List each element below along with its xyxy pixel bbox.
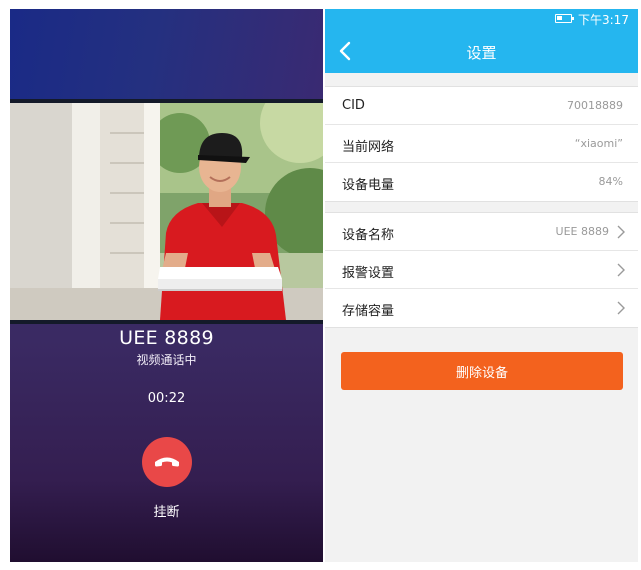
video-call-screen: UEE 8889 视频通话中 00:22 挂断: [10, 9, 323, 562]
status-time: 下午3:17: [578, 13, 629, 27]
hangup-label: 挂断: [153, 505, 180, 520]
battery-level-label: 设备电量: [342, 178, 395, 193]
device-info-group: CID 70018889 当前网络 “xiaomi” 设备电量 84%: [325, 86, 638, 202]
network-label: 当前网络: [342, 140, 395, 155]
battery-low-icon: [555, 14, 574, 23]
call-timer: 00:22: [147, 391, 186, 406]
video-feed: [10, 99, 323, 324]
alarm-settings-label: 报警设置: [342, 266, 395, 281]
device-settings-group: 设备名称 UEE 8889 报警设置 存储容量: [325, 212, 638, 328]
video-frame-image: [10, 103, 323, 320]
cid-value: 70018889: [567, 99, 623, 112]
settings-screen: 下午3:17 设置 CID 70018889 当前网络 “xiaomi” 设备电…: [325, 9, 638, 562]
device-name-value: UEE 8889: [555, 225, 609, 238]
battery-level-value: 84%: [598, 175, 623, 188]
delete-device-button[interactable]: 删除设备: [341, 352, 623, 390]
status-bar: 下午3:17: [325, 9, 638, 29]
chevron-right-icon: [617, 263, 625, 277]
storage-capacity-label: 存储容量: [342, 304, 395, 319]
battery-level-row: 设备电量 84%: [325, 163, 638, 201]
device-name-row[interactable]: 设备名称 UEE 8889: [325, 213, 638, 251]
cid-label: CID: [342, 98, 365, 113]
call-header-background: [10, 9, 323, 99]
chevron-right-icon: [617, 225, 625, 239]
cid-row: CID 70018889: [325, 87, 638, 125]
network-row: 当前网络 “xiaomi”: [325, 125, 638, 163]
device-name-label: 设备名称: [342, 228, 395, 243]
caller-name: UEE 8889: [119, 327, 214, 349]
page-title: 设置: [466, 44, 497, 62]
alarm-settings-row[interactable]: 报警设置: [325, 251, 638, 289]
network-value: “xiaomi”: [574, 137, 623, 150]
storage-capacity-row[interactable]: 存储容量: [325, 289, 638, 327]
hangup-button[interactable]: [142, 437, 192, 487]
chevron-right-icon: [617, 301, 625, 315]
nav-bar: 设置: [325, 29, 638, 73]
call-status: 视频通话中: [136, 353, 197, 367]
phone-hangup-icon: [155, 457, 179, 467]
